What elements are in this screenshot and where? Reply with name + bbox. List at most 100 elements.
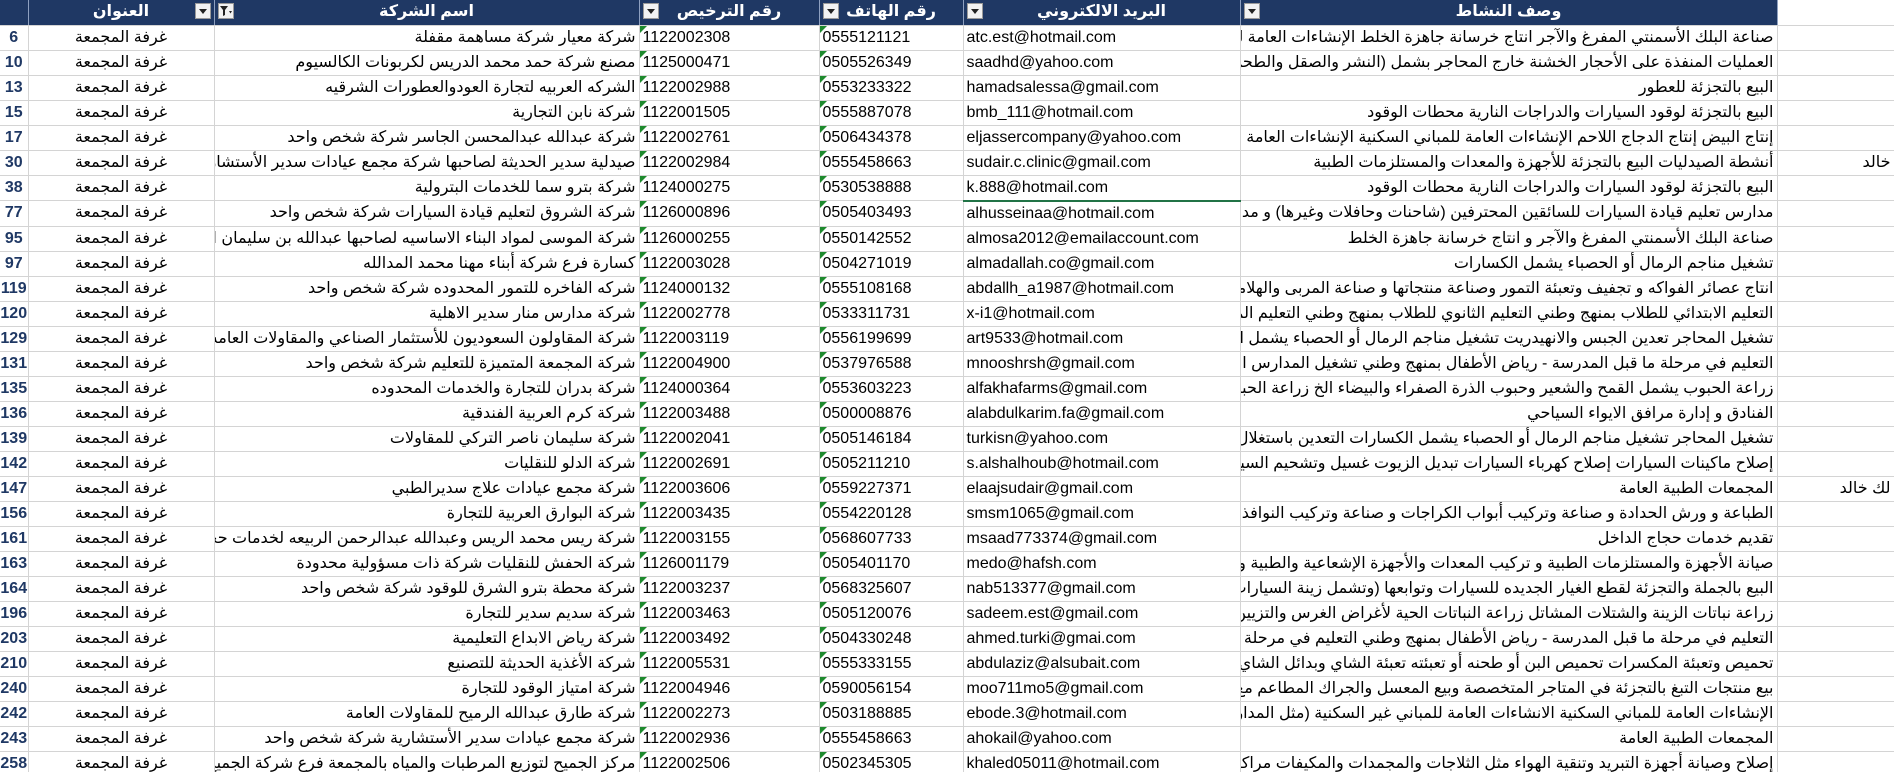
extra-cell[interactable]: لك خالد xyxy=(1777,476,1894,502)
email-cell[interactable]: ahokail@yahoo.com xyxy=(963,726,1241,752)
address-cell[interactable]: غرفة المجمعة xyxy=(28,701,215,727)
address-cell[interactable]: غرفة المجمعة xyxy=(28,651,215,677)
phone-cell[interactable]: 0504330248 xyxy=(819,626,964,652)
license-cell[interactable]: 1122002984 xyxy=(639,150,820,176)
row-number[interactable]: 203 xyxy=(0,626,29,652)
company-name-cell[interactable]: شركة رياض الابداع التعليمية xyxy=(214,626,640,652)
activity-cell[interactable]: البيع بالتجزئة لوقود السيارات والدراجات … xyxy=(1240,100,1778,126)
phone-cell[interactable]: 0537976588 xyxy=(819,351,964,377)
email-cell[interactable]: alhusseinaa@hotmail.com xyxy=(963,200,1241,227)
extra-cell[interactable] xyxy=(1777,726,1894,752)
company-name-cell[interactable]: شركة محطة بترو الشرق للوقود شركة شخص واح… xyxy=(214,576,640,602)
company-name-cell[interactable]: شركة سليمان ناصر التركي للمقاولات xyxy=(214,426,640,452)
row-number[interactable]: 243 xyxy=(0,726,29,752)
activity-cell[interactable]: صناعة البلك الأسمنتي المفرغ والآجر و انت… xyxy=(1240,226,1778,252)
activity-cell[interactable]: صناعة البلك الأسمنتي المفرغ والآجر انتاج… xyxy=(1240,25,1778,51)
email-cell[interactable]: k.888@hotmail.com xyxy=(963,175,1241,202)
company-name-cell[interactable]: شركة مجمع عيادات علاج سديرالطبي xyxy=(214,476,640,502)
phone-cell[interactable]: 0555458663 xyxy=(819,150,964,176)
extra-cell[interactable] xyxy=(1777,351,1894,377)
phone-cell[interactable]: 0590056154 xyxy=(819,676,964,702)
company-name-cell[interactable]: شركة معيار شركة مساهمة مقفلة xyxy=(214,25,640,51)
phone-cell[interactable]: 0503188885 xyxy=(819,701,964,727)
extra-cell[interactable] xyxy=(1777,100,1894,126)
activity-cell[interactable]: تقديم خدمات حجاج الداخل xyxy=(1240,526,1778,552)
email-cell[interactable]: s.alshalhoub@hotmail.com xyxy=(963,451,1241,477)
extra-cell[interactable] xyxy=(1777,50,1894,76)
extra-cell[interactable] xyxy=(1777,601,1894,627)
address-cell[interactable]: غرفة المجمعة xyxy=(28,501,215,527)
extra-cell[interactable] xyxy=(1777,651,1894,677)
license-cell[interactable]: 1122001505 xyxy=(639,100,820,126)
license-cell[interactable]: 1122003237 xyxy=(639,576,820,602)
extra-cell[interactable] xyxy=(1777,276,1894,302)
company-name-cell[interactable]: شركة ريس محمد الريس وعبدالله عبدالرحمن ا… xyxy=(214,526,640,552)
address-cell[interactable]: غرفة المجمعة xyxy=(28,601,215,627)
company-name-cell[interactable]: مركز الجميح لتوزيع المرطبات والمياه بالم… xyxy=(214,751,640,772)
company-name-cell[interactable]: شركة الشروق لتعليم قيادة السيارات شركة ش… xyxy=(214,200,640,227)
email-cell[interactable]: msaad773374@gmail.com xyxy=(963,526,1241,552)
company-name-cell[interactable]: شركه الفاخره للتمور المحدوده شركة شخص وا… xyxy=(214,276,640,302)
email-cell[interactable]: atc.est@hotmail.com xyxy=(963,25,1241,51)
activity-cell[interactable]: زراعة نباتات الزينة والشتلات المشاتل زرا… xyxy=(1240,601,1778,627)
phone-cell[interactable]: 0568325607 xyxy=(819,576,964,602)
activity-cell[interactable]: التعليم في مرحلة ما قبل المدرسة - رياض ا… xyxy=(1240,351,1778,377)
email-cell[interactable]: almosa2012@emailaccount.com xyxy=(963,226,1241,252)
company-name-cell[interactable]: شركة المجمعة المتميزة للتعليم شركة شخص و… xyxy=(214,351,640,377)
license-cell[interactable]: 1122002778 xyxy=(639,301,820,327)
phone-cell[interactable]: 0506434378 xyxy=(819,125,964,151)
address-cell[interactable]: غرفة المجمعة xyxy=(28,376,215,402)
activity-cell[interactable]: المجمعات الطبية العامة xyxy=(1240,726,1778,752)
activity-cell[interactable]: تشغيل مناجم الرمال أو الحصباء يشمل الكسا… xyxy=(1240,251,1778,277)
license-cell[interactable]: 1126001179 xyxy=(639,551,820,577)
row-number[interactable]: 30 xyxy=(0,150,29,176)
address-cell[interactable]: غرفة المجمعة xyxy=(28,75,215,101)
phone-cell[interactable]: 0555121121 xyxy=(819,25,964,51)
extra-cell[interactable] xyxy=(1777,175,1894,201)
email-cell[interactable]: abdulaziz@alsubait.com xyxy=(963,651,1241,677)
address-cell[interactable]: غرفة المجمعة xyxy=(28,676,215,702)
row-number[interactable]: 147 xyxy=(0,476,29,502)
activity-cell[interactable]: تشغيل المحاجر تعدين الجبس والانهيدريت تش… xyxy=(1240,326,1778,352)
row-number[interactable]: 139 xyxy=(0,426,29,452)
email-cell[interactable]: x-i1@hotmail.com xyxy=(963,301,1241,327)
company-name-cell[interactable]: شركة سديم سدير للتجارة xyxy=(214,601,640,627)
phone-cell[interactable]: 0568607733 xyxy=(819,526,964,552)
row-number[interactable]: 10 xyxy=(0,50,29,76)
activity-cell[interactable]: المجمعات الطبية العامة xyxy=(1240,476,1778,502)
company-name-cell[interactable]: شركة مدارس منار سدير الاهلية xyxy=(214,301,640,327)
activity-cell[interactable]: الإنشاءات العامة للمباني السكنية الانشاء… xyxy=(1240,701,1778,727)
company-name-cell[interactable]: شركة امتياز الوقود للتجارة xyxy=(214,676,640,702)
license-cell[interactable]: 1126000896 xyxy=(639,200,820,227)
company-name-cell[interactable]: شركة عبدالله عبدالمحسن الجاسر شركة شخص و… xyxy=(214,125,640,151)
license-cell[interactable]: 1122002308 xyxy=(639,25,820,51)
extra-cell[interactable] xyxy=(1777,751,1894,772)
license-cell[interactable]: 1122003606 xyxy=(639,476,820,502)
email-cell[interactable]: ahmed.turki@gmai.com xyxy=(963,626,1241,652)
license-cell[interactable]: 1122003119 xyxy=(639,326,820,352)
email-cell[interactable]: alabdulkarim.fa@gmail.com xyxy=(963,401,1241,427)
company-name-cell[interactable]: شركة البوارق العربية للتجارة xyxy=(214,501,640,527)
license-cell[interactable]: 1122003488 xyxy=(639,401,820,427)
license-cell[interactable]: 1126000255 xyxy=(639,226,820,252)
row-number[interactable]: 13 xyxy=(0,75,29,101)
activity-cell[interactable]: تشغيل المحاجر تشغيل مناجم الرمال أو الحص… xyxy=(1240,426,1778,452)
row-number[interactable]: 77 xyxy=(0,200,29,227)
address-cell[interactable]: غرفة المجمعة xyxy=(28,251,215,277)
extra-cell[interactable] xyxy=(1777,701,1894,727)
license-cell[interactable]: 1122002988 xyxy=(639,75,820,101)
company-name-cell[interactable]: شركة المقاولون السعوديون للأستثمار الصنا… xyxy=(214,326,640,352)
activity-cell[interactable]: تحميص وتعبئة المكسرات تحميص البن أو طحنه… xyxy=(1240,651,1778,677)
address-cell[interactable]: غرفة المجمعة xyxy=(28,351,215,377)
activity-cell[interactable]: إنتاج البيض إنتاج الدجاج اللاحم الإنشاءا… xyxy=(1240,125,1778,151)
address-cell[interactable]: غرفة المجمعة xyxy=(28,276,215,302)
extra-cell[interactable] xyxy=(1777,451,1894,477)
extra-cell[interactable] xyxy=(1777,551,1894,577)
activity-cell[interactable]: بيع منتجات التبغ بالتجزئة في المتاجر الم… xyxy=(1240,676,1778,702)
activity-cell[interactable]: البيع بالتجزئة لوقود السيارات والدراجات … xyxy=(1240,175,1778,201)
row-number[interactable]: 120 xyxy=(0,301,29,327)
address-cell[interactable]: غرفة المجمعة xyxy=(28,426,215,452)
activity-cell[interactable]: مدارس تعليم قيادة السيارات للسائقين المح… xyxy=(1240,200,1778,227)
address-cell[interactable]: غرفة المجمعة xyxy=(28,100,215,126)
address-cell[interactable]: غرفة المجمعة xyxy=(28,726,215,752)
